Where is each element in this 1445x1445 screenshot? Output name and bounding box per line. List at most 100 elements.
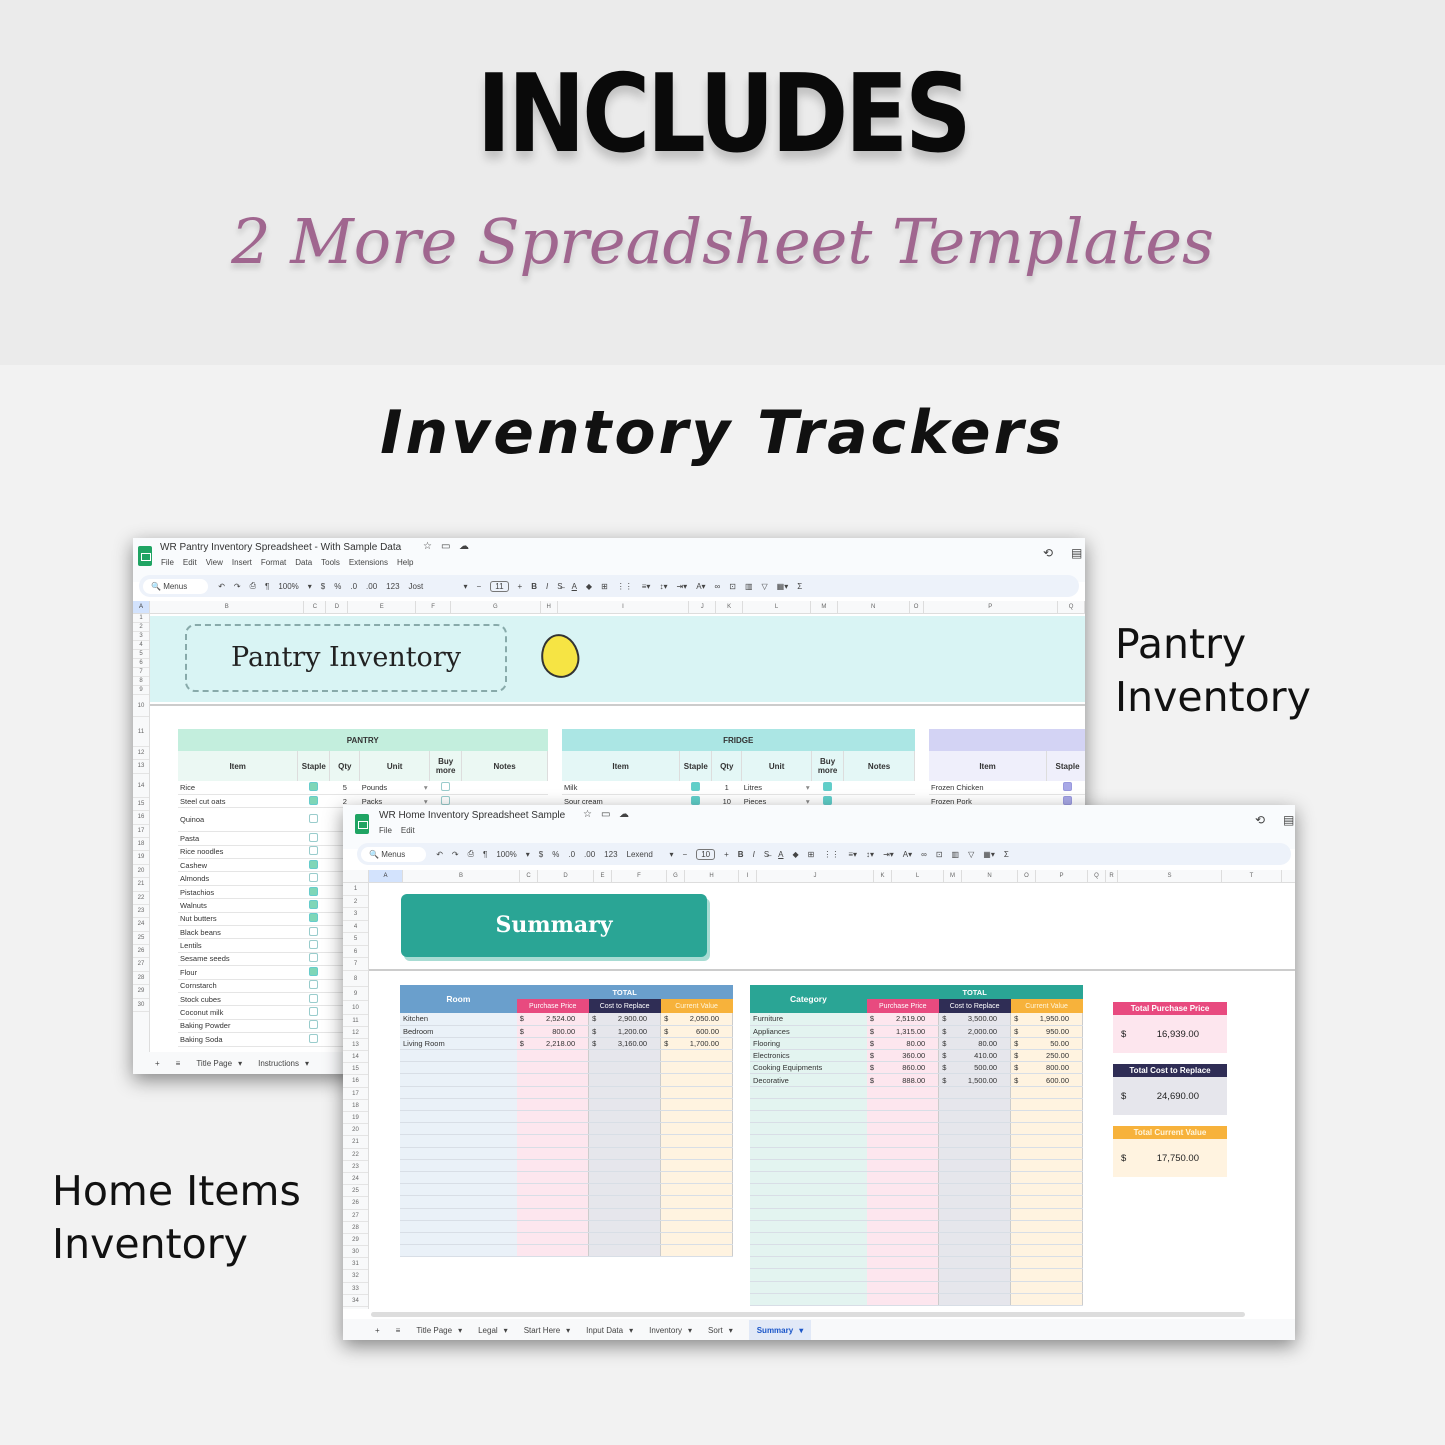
row-label[interactable] xyxy=(400,1171,517,1185)
purchase-cell[interactable] xyxy=(516,1098,590,1112)
replace-cell[interactable] xyxy=(588,1147,662,1160)
replace-cell[interactable] xyxy=(938,1281,1012,1294)
row-number[interactable]: 7 xyxy=(343,958,368,971)
current-cell[interactable] xyxy=(660,1232,733,1246)
column-header[interactable]: P xyxy=(1036,870,1088,882)
current-cell[interactable] xyxy=(1010,1171,1083,1185)
staple-checkbox[interactable] xyxy=(309,886,319,896)
paint-format-icon[interactable]: ¶ xyxy=(483,850,487,859)
decrease-decimal-button[interactable]: .0 xyxy=(568,850,575,859)
chart-icon[interactable]: ▥ xyxy=(952,850,960,859)
current-cell[interactable] xyxy=(660,1049,733,1063)
number-format-button[interactable]: 123 xyxy=(386,582,399,591)
row-label[interactable]: Bedroom xyxy=(400,1025,517,1038)
current-cell[interactable] xyxy=(1010,1195,1083,1209)
purchase-cell[interactable] xyxy=(516,1232,590,1246)
zoom-select[interactable]: 100% xyxy=(278,582,298,591)
sheet-tab-input-data[interactable]: Input Data ▾ xyxy=(586,1326,633,1335)
doc-title[interactable]: WR Home Inventory Spreadsheet Sample xyxy=(379,810,565,821)
replace-cell[interactable] xyxy=(938,1122,1012,1136)
percent-button[interactable]: % xyxy=(334,582,341,591)
replace-cell[interactable] xyxy=(588,1134,662,1148)
buy-more-checkbox[interactable] xyxy=(441,795,451,805)
replace-cell[interactable] xyxy=(588,1098,662,1112)
row-number[interactable]: 4 xyxy=(133,641,149,650)
item-name[interactable]: Rice noodles xyxy=(178,845,298,860)
sheet-tab-legal[interactable]: Legal ▾ xyxy=(478,1326,508,1335)
row-label[interactable] xyxy=(750,1232,867,1246)
item-name[interactable]: Cornstarch xyxy=(178,979,298,993)
current-cell[interactable] xyxy=(1010,1268,1083,1282)
current-cell[interactable]: $600.00 xyxy=(660,1025,733,1038)
menu-file[interactable]: File xyxy=(161,558,174,567)
row-number[interactable]: 19 xyxy=(133,851,149,865)
text-rotate-icon[interactable]: A▾ xyxy=(696,582,705,591)
row-number[interactable]: 33 xyxy=(343,1283,368,1295)
current-cell[interactable] xyxy=(1010,1110,1083,1124)
replace-cell[interactable] xyxy=(588,1122,662,1136)
replace-cell[interactable] xyxy=(588,1086,662,1099)
purchase-cell[interactable] xyxy=(866,1110,940,1124)
menu-edit[interactable]: Edit xyxy=(183,558,197,567)
staple-checkbox[interactable] xyxy=(309,940,319,950)
column-header[interactable]: A xyxy=(133,601,150,613)
row-number[interactable]: 29 xyxy=(343,1234,368,1247)
current-cell[interactable]: $50.00 xyxy=(1010,1037,1083,1051)
row-number[interactable]: 18 xyxy=(133,838,149,852)
purchase-cell[interactable] xyxy=(516,1208,590,1221)
current-cell[interactable] xyxy=(660,1098,733,1112)
print-icon[interactable]: ⎙ xyxy=(468,849,474,859)
staple-checkbox[interactable] xyxy=(309,926,319,936)
row-number[interactable]: 25 xyxy=(343,1185,368,1198)
item-name[interactable]: Rice xyxy=(178,781,298,795)
row-label[interactable] xyxy=(750,1183,867,1197)
row-number[interactable]: 28 xyxy=(133,972,149,986)
column-header[interactable]: H xyxy=(685,870,739,882)
row-label[interactable] xyxy=(750,1293,867,1307)
replace-cell[interactable] xyxy=(938,1293,1012,1307)
filter-icon[interactable]: ▽ xyxy=(762,582,768,591)
current-cell[interactable] xyxy=(1010,1098,1083,1112)
functions-icon[interactable]: Σ xyxy=(797,582,802,591)
replace-cell[interactable] xyxy=(938,1256,1012,1270)
column-header[interactable]: I xyxy=(739,870,757,882)
item-name[interactable]: Baking Powder xyxy=(178,1019,298,1034)
purchase-cell[interactable] xyxy=(516,1171,590,1185)
filter-views-icon[interactable]: ▦▾ xyxy=(983,850,995,859)
column-header[interactable]: O xyxy=(1018,870,1036,882)
comments-icon[interactable]: ▤ xyxy=(1283,813,1294,827)
current-cell[interactable] xyxy=(660,1171,733,1185)
chart-icon[interactable]: ▥ xyxy=(745,582,753,591)
history-icon[interactable]: ⟲ xyxy=(1043,546,1053,560)
current-cell[interactable] xyxy=(660,1159,733,1172)
zoom-select[interactable]: 100% xyxy=(496,850,516,859)
add-sheet-icon[interactable]: + xyxy=(375,1326,380,1335)
row-label[interactable]: Appliances xyxy=(750,1025,867,1038)
purchase-cell[interactable] xyxy=(866,1134,940,1148)
row-number[interactable]: 10 xyxy=(133,695,149,717)
staple-checkbox[interactable] xyxy=(1063,781,1073,791)
font-dropdown-icon[interactable]: ▾ xyxy=(464,582,468,591)
menu-help[interactable]: Help xyxy=(397,558,413,567)
sheets-logo-icon[interactable] xyxy=(355,814,369,834)
strikethrough-icon[interactable]: S̶ xyxy=(557,582,562,591)
current-cell[interactable]: $950.00 xyxy=(1010,1025,1083,1038)
item-name[interactable]: Baking Soda xyxy=(178,1032,298,1047)
qty-cell[interactable]: 1 xyxy=(711,781,742,795)
row-label[interactable]: Kitchen xyxy=(400,1013,517,1026)
horizontal-scrollbar[interactable] xyxy=(371,1312,1245,1317)
menu-data[interactable]: Data xyxy=(295,558,312,567)
column-header[interactable]: J xyxy=(757,870,874,882)
replace-cell[interactable] xyxy=(588,1073,662,1087)
font-size-decrease[interactable]: − xyxy=(477,582,482,591)
folder-icon[interactable]: ▭ xyxy=(601,809,610,820)
column-header[interactable]: S xyxy=(1118,870,1222,882)
paint-format-icon[interactable]: ¶ xyxy=(265,582,269,591)
menu-edit[interactable]: Edit xyxy=(401,826,415,835)
replace-cell[interactable]: $1,200.00 xyxy=(588,1025,662,1038)
purchase-cell[interactable] xyxy=(866,1098,940,1112)
staple-checkbox[interactable] xyxy=(309,832,319,842)
row-number[interactable]: 9 xyxy=(133,686,149,695)
current-cell[interactable] xyxy=(1010,1256,1083,1270)
purchase-cell[interactable] xyxy=(516,1147,590,1160)
